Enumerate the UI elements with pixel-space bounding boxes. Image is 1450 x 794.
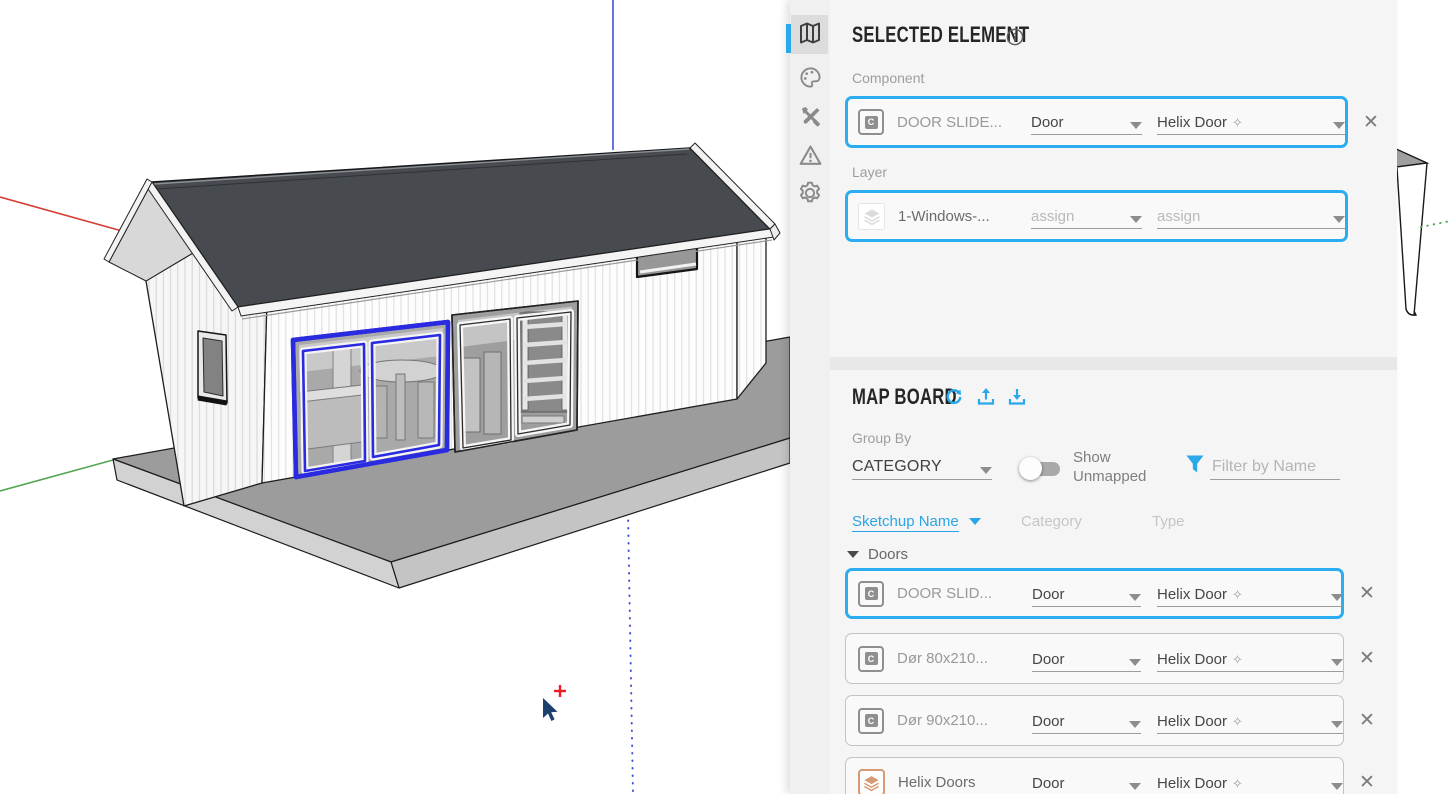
component-icon: C (858, 109, 884, 135)
component-icon: C (858, 645, 884, 672)
selected-element-title: SELECTED ELEMENT (852, 22, 1030, 47)
doors-group-header[interactable]: Doors (847, 546, 908, 563)
category-select[interactable]: Door (1032, 646, 1141, 672)
active-tab-indicator (786, 24, 791, 53)
info-icon[interactable] (1006, 28, 1024, 51)
gear-icon[interactable] (797, 180, 823, 206)
chevron-down-icon (1331, 720, 1343, 728)
layer-category-select[interactable]: assign (1031, 203, 1142, 229)
layer-name: 1-Windows-... (898, 207, 990, 225)
close-icon[interactable]: ✕ (1363, 113, 1379, 132)
row-name: Helix Doors (898, 774, 976, 791)
warning-icon[interactable] (797, 142, 823, 168)
sliding-door (451, 300, 579, 453)
chevron-down-icon (847, 551, 859, 558)
filter-by-name-input[interactable] (1210, 456, 1340, 480)
layer-icon (858, 202, 885, 230)
close-icon[interactable]: ✕ (1359, 649, 1375, 668)
row-name: Dør 90x210... (897, 712, 988, 729)
chevron-down-icon (1130, 216, 1142, 223)
type-select[interactable]: Helix Door ✧ (1157, 770, 1343, 794)
type-select[interactable]: Helix Door ✧ (1157, 646, 1343, 672)
map-board-title: MAP BOARD (852, 384, 957, 409)
column-header-type[interactable]: Type (1152, 513, 1185, 530)
category-select[interactable]: Door (1032, 770, 1141, 794)
category-select[interactable]: Door (1031, 109, 1142, 135)
chevron-down-icon (1129, 782, 1141, 790)
chevron-down-icon (1130, 122, 1142, 129)
helix-panel: SELECTED ELEMENT Component C DOOR SLIDE.… (786, 0, 1397, 794)
type-select[interactable]: Helix Door ✧ (1157, 581, 1343, 607)
helix-layer-icon (858, 769, 885, 794)
chevron-down-icon (980, 467, 992, 474)
helix-star-icon: ✧ (1232, 586, 1243, 602)
chevron-down-icon (1129, 593, 1141, 601)
helix-star-icon: ✧ (1232, 115, 1243, 130)
chevron-down-icon (1333, 122, 1345, 129)
category-select[interactable]: Door (1032, 708, 1141, 734)
map-row[interactable]: C Dør 90x210... Door Helix Door ✧ (845, 695, 1344, 746)
sketchup-window: SELECTED ELEMENT Component C DOOR SLIDE.… (0, 0, 1450, 794)
component-icon: C (858, 707, 884, 734)
selected-layer-row[interactable]: 1-Windows-... assign assign (845, 190, 1348, 242)
chevron-down-icon (1129, 658, 1141, 666)
map-row[interactable]: C Dør 80x210... Door Helix Door ✧ (845, 633, 1344, 684)
map-row[interactable]: Helix Doors Door Helix Door ✧ (845, 757, 1344, 794)
helix-star-icon: ✧ (1232, 651, 1243, 667)
row-name: DOOR SLID... (897, 585, 993, 602)
component-name: DOOR SLIDE... (897, 113, 1003, 131)
upload-icon[interactable] (976, 387, 996, 407)
panel-iconbar (786, 0, 830, 794)
selected-element-section: SELECTED ELEMENT Component C DOOR SLIDE.… (830, 0, 1397, 357)
type-select[interactable]: Helix Door ✧ (1157, 708, 1343, 734)
show-unmapped-label: Show Unmapped (1073, 449, 1147, 485)
type-select[interactable]: Helix Door ✧ (1157, 109, 1345, 135)
tools-icon[interactable] (797, 104, 823, 130)
chevron-down-icon (968, 517, 981, 525)
map-board-section: MAP BOARD Group By CATEGORY Show Unmappe… (830, 370, 1397, 794)
close-icon[interactable]: ✕ (1359, 584, 1375, 603)
chevron-down-icon (1333, 216, 1345, 223)
column-header-sketchup-name[interactable]: Sketchup Name (852, 513, 981, 532)
gable-window (197, 330, 228, 406)
close-icon[interactable]: ✕ (1359, 773, 1375, 792)
chevron-down-icon (1331, 782, 1343, 790)
component-icon: C (858, 580, 884, 607)
row-name: Dør 80x210... (897, 650, 988, 667)
refresh-icon[interactable] (944, 387, 964, 407)
palette-icon[interactable] (797, 64, 823, 90)
helix-star-icon: ✧ (1232, 775, 1243, 791)
group-by-label: Group By (852, 430, 912, 446)
layer-label: Layer (852, 164, 888, 180)
category-select[interactable]: Door (1032, 581, 1141, 607)
download-icon[interactable] (1007, 387, 1027, 407)
helix-star-icon: ✧ (1232, 713, 1243, 729)
selected-component-row[interactable]: C DOOR SLIDE... Door Helix Door ✧ (845, 96, 1348, 148)
close-icon[interactable]: ✕ (1359, 711, 1375, 730)
group-by-select[interactable]: CATEGORY (852, 454, 992, 480)
toggle-knob (1019, 457, 1042, 480)
map-row[interactable]: C DOOR SLID... Door Helix Door ✧ (845, 568, 1344, 619)
chevron-down-icon (1331, 593, 1343, 601)
selected-sliding-door (290, 319, 451, 480)
column-header-category[interactable]: Category (1021, 513, 1082, 530)
map-icon[interactable] (797, 20, 823, 46)
panel-cards: SELECTED ELEMENT Component C DOOR SLIDE.… (830, 0, 1397, 794)
filter-icon (1185, 454, 1205, 480)
chevron-down-icon (1331, 658, 1343, 666)
chevron-down-icon (1129, 720, 1141, 728)
show-unmapped-toggle[interactable] (1019, 457, 1060, 480)
layer-type-select[interactable]: assign (1157, 203, 1345, 229)
component-label: Component (852, 70, 925, 86)
